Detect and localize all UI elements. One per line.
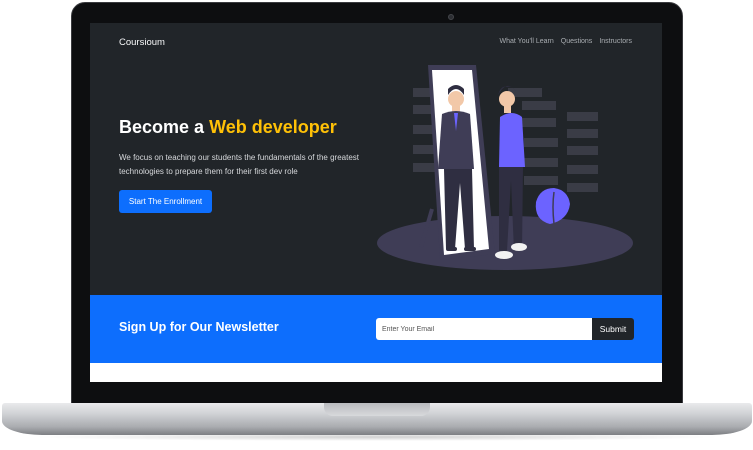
submit-button[interactable]: Submit xyxy=(592,318,634,340)
hero-description: We focus on teaching our students the fu… xyxy=(119,153,360,176)
nav-link-questions[interactable]: Questions xyxy=(561,38,593,45)
start-enrollment-button[interactable]: Start The Enrollment xyxy=(119,190,212,213)
newsletter-section: Sign Up for Our Newsletter Submit xyxy=(90,295,662,363)
nav-links: What You'll Learn Questions Instructors xyxy=(500,38,632,45)
nav-link-instructors[interactable]: Instructors xyxy=(599,38,632,45)
man-looking-in-mirror-illustration xyxy=(377,65,633,270)
newsletter-title: Sign Up for Our Newsletter xyxy=(119,320,279,334)
laptop-notch xyxy=(324,403,430,416)
hero-title-accent: Web developer xyxy=(209,117,337,137)
navbar: Coursioum What You'll Learn Questions In… xyxy=(90,23,662,61)
website-screen: Coursioum What You'll Learn Questions In… xyxy=(90,23,662,382)
brand-logo[interactable]: Coursioum xyxy=(119,37,165,48)
hero-title: Become a Web developer xyxy=(119,117,337,138)
laptop-mockup: Coursioum What You'll Learn Questions In… xyxy=(0,0,753,450)
hero-title-prefix: Become a xyxy=(119,117,205,137)
next-section-edge xyxy=(90,363,662,382)
webcam-icon xyxy=(448,14,454,20)
email-input[interactable] xyxy=(376,318,593,340)
nav-link-what-youll-learn[interactable]: What You'll Learn xyxy=(500,38,554,45)
